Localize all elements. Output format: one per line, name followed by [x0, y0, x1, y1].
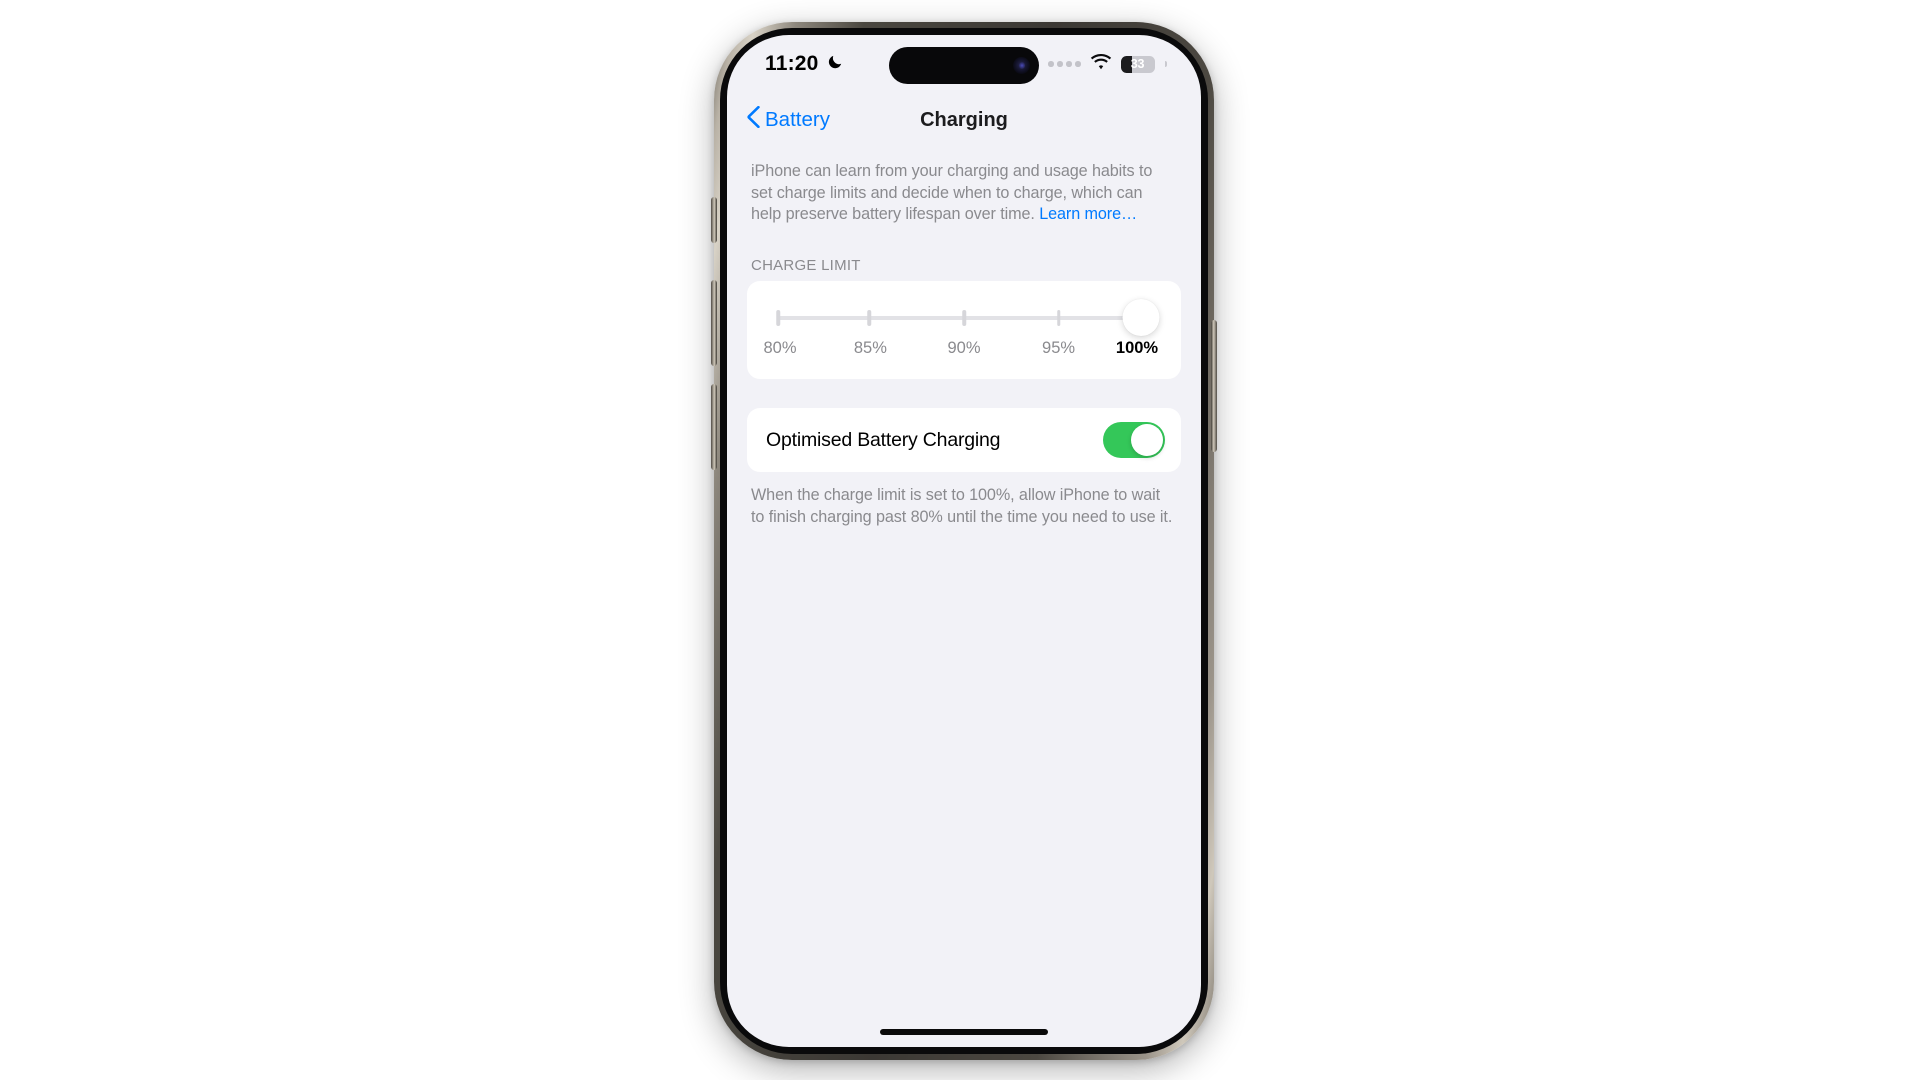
power-button[interactable] [1211, 320, 1217, 452]
phone-screen: 11:20 33 Battery Charging iPhone can lea… [727, 35, 1201, 1047]
settings-content: iPhone can learn from your charging and … [727, 147, 1201, 1047]
status-bar-right: 33 [1048, 53, 1167, 75]
battery-icon: 33 [1120, 55, 1155, 73]
screenshot-canvas: 11:20 33 Battery Charging iPhone can lea… [0, 0, 1920, 1080]
status-bar: 11:20 33 [727, 35, 1201, 93]
slider-label-90[interactable]: 90% [947, 339, 980, 358]
optimised-battery-charging-row[interactable]: Optimised Battery Charging [747, 408, 1181, 473]
optimised-battery-charging-label: Optimised Battery Charging [766, 428, 1001, 451]
crescent-moon-icon [827, 52, 844, 76]
slider-labels: 80% 85% 90% 95% 100% [763, 339, 1159, 365]
slider-tick-90 [962, 310, 966, 327]
charge-limit-section-header: CHARGE LIMIT [751, 257, 861, 275]
iphone-device: 11:20 33 Battery Charging iPhone can lea… [711, 22, 1217, 1060]
status-bar-time: 11:20 [765, 52, 819, 75]
toggle-knob [1131, 424, 1163, 457]
dynamic-island [889, 47, 1039, 84]
slider-tick-80 [776, 310, 780, 327]
volume-up-button[interactable] [711, 280, 717, 366]
home-indicator[interactable] [880, 1029, 1048, 1035]
cellular-dots-icon [1048, 61, 1081, 67]
action-button[interactable] [711, 197, 717, 243]
navigation-bar: Battery Charging [727, 93, 1201, 147]
charge-limit-card: 80% 85% 90% 95% 100% [747, 281, 1181, 380]
slider-label-100[interactable]: 100% [1116, 339, 1158, 358]
learn-more-link[interactable]: Learn more… [1039, 205, 1137, 223]
battery-percent-label: 33 [1130, 56, 1145, 71]
slider-tick-85 [867, 310, 872, 327]
charge-limit-slider[interactable] [769, 299, 1160, 337]
slider-label-95[interactable]: 95% [1042, 339, 1075, 358]
slider-tick-95 [1056, 310, 1061, 327]
slider-thumb[interactable] [1122, 299, 1160, 337]
optimised-battery-charging-toggle[interactable] [1103, 422, 1165, 459]
back-button-label: Battery [765, 108, 830, 131]
chevron-left-icon [747, 105, 760, 134]
optimised-charging-footer: When the charge limit is set to 100%, al… [751, 486, 1173, 526]
intro-description: iPhone can learn from your charging and … [747, 147, 1181, 226]
battery-cap-icon [1165, 61, 1167, 67]
back-button[interactable]: Battery [747, 105, 830, 134]
slider-label-80[interactable]: 80% [763, 339, 796, 358]
volume-down-button[interactable] [711, 384, 717, 470]
wifi-icon [1090, 53, 1112, 75]
slider-label-85[interactable]: 85% [854, 339, 887, 358]
status-bar-left: 11:20 [765, 52, 844, 76]
front-camera-icon [1013, 57, 1030, 74]
